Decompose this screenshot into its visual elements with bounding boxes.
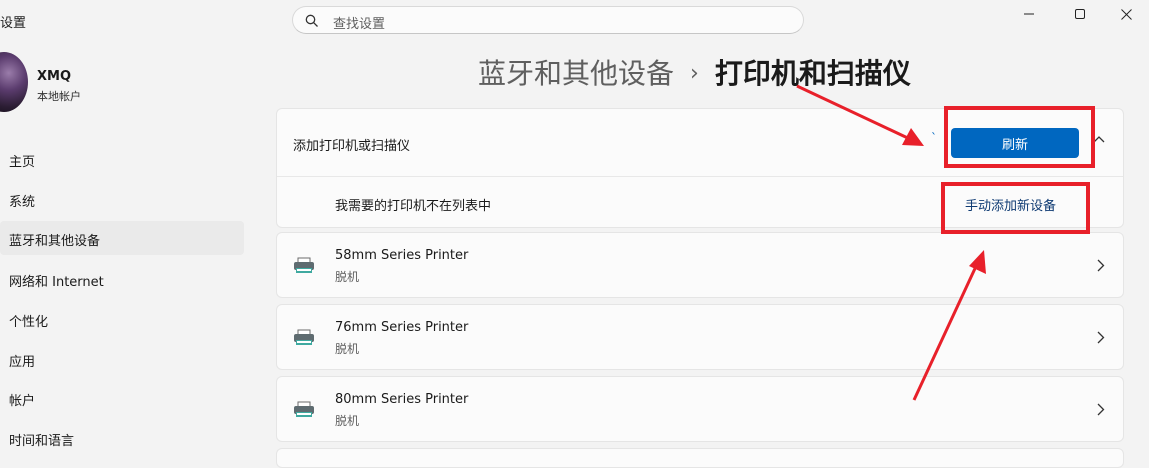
- refresh-highlight-box: [944, 106, 1095, 168]
- breadcrumb-parent-link[interactable]: 蓝牙和其他设备: [478, 57, 674, 90]
- printer-status: 脱机: [335, 270, 360, 284]
- nav-item-label: 时间和语言: [9, 434, 75, 449]
- profile-name: XMQ: [37, 69, 72, 84]
- nav-item-label: 帐户: [9, 394, 36, 409]
- tick-mark: `: [931, 131, 937, 145]
- close-icon: [1120, 8, 1132, 20]
- printer-item[interactable]: 58mm Series Printer 脱机: [276, 232, 1124, 298]
- printer-name: 76mm Series Printer: [335, 320, 469, 335]
- search-box[interactable]: 查找设置: [292, 6, 804, 34]
- chevron-right-icon: [1097, 331, 1105, 344]
- printer-item[interactable]: 76mm Series Printer 脱机: [276, 304, 1124, 370]
- nav-item-apps[interactable]: 应用: [0, 342, 244, 376]
- minimize-icon: [1024, 13, 1034, 15]
- breadcrumb-separator: ›: [690, 61, 699, 86]
- nav-item-label: 网络和 Internet: [9, 275, 104, 290]
- avatar: [0, 52, 28, 112]
- app-title: 设置: [0, 16, 27, 31]
- printer-icon: [294, 329, 314, 345]
- nav-item-time-language[interactable]: 时间和语言: [0, 421, 244, 455]
- printer-not-listed-label: 我需要的打印机不在列表中: [335, 199, 492, 214]
- nav-item-network[interactable]: 网络和 Internet: [0, 262, 244, 296]
- profile-account-type: 本地帐户: [37, 90, 81, 103]
- printer-name: 80mm Series Printer: [335, 392, 469, 407]
- search-icon: [305, 14, 318, 27]
- printer-icon: [294, 257, 314, 273]
- nav-item-label: 个性化: [9, 315, 49, 330]
- nav-item-label: 应用: [9, 355, 36, 370]
- printer-status: 脱机: [335, 342, 360, 356]
- printer-status: 脱机: [335, 414, 360, 428]
- breadcrumb: 蓝牙和其他设备 › 打印机和扫描仪: [478, 52, 911, 92]
- nav-item-label: 蓝牙和其他设备: [9, 234, 101, 249]
- printer-item-partial[interactable]: [276, 448, 1124, 468]
- maximize-button[interactable]: [1057, 0, 1103, 28]
- minimize-button[interactable]: [1006, 0, 1052, 28]
- page-title: 打印机和扫描仪: [714, 57, 911, 90]
- nav-item-accounts[interactable]: 帐户: [0, 381, 244, 415]
- printer-name: 58mm Series Printer: [335, 248, 469, 263]
- nav-item-label: 主页: [9, 155, 36, 170]
- maximize-icon: [1074, 8, 1085, 19]
- close-button[interactable]: [1103, 0, 1149, 28]
- add-printer-label: 添加打印机或扫描仪: [293, 139, 411, 154]
- nav-item-system[interactable]: 系统: [0, 182, 244, 216]
- manual-add-highlight-box: [941, 182, 1090, 234]
- divider: [277, 176, 1123, 177]
- nav-item-label: 系统: [9, 195, 36, 210]
- nav-item-bluetooth-devices[interactable]: 蓝牙和其他设备: [0, 221, 244, 255]
- nav-item-home[interactable]: 主页: [0, 142, 244, 176]
- search-placeholder: 查找设置: [333, 17, 386, 32]
- chevron-right-icon: [1097, 259, 1105, 272]
- printer-icon: [294, 401, 314, 417]
- nav-item-personalization[interactable]: 个性化: [0, 302, 244, 336]
- chevron-right-icon: [1097, 403, 1105, 416]
- printer-item[interactable]: 80mm Series Printer 脱机: [276, 376, 1124, 442]
